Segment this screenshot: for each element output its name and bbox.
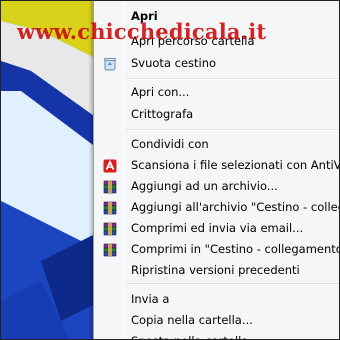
context-menu: Apri Apri percorso cartella Svuota cesti… xyxy=(93,1,340,339)
menu-item-condividi-con[interactable]: Condividi con xyxy=(94,133,339,155)
menu-separator xyxy=(126,129,339,131)
menu-item-label: Comprimi in "Cestino - collegamento.ra xyxy=(131,242,340,256)
menu-item-label: Apri con... xyxy=(131,85,190,99)
menu-item-comprimi-cestino-collegamento[interactable]: Comprimi in "Cestino - collegamento.ra xyxy=(94,238,340,260)
winrar-icon xyxy=(103,179,117,194)
menu-item-label: Svuota cestino xyxy=(131,56,217,70)
desktop-wallpaper xyxy=(1,1,101,339)
menu-item-label: Apri xyxy=(131,9,158,23)
menu-item-aggiungi-archivio[interactable]: Aggiungi ad un archivio... xyxy=(94,175,339,197)
menu-item-label: Aggiungi ad un archivio... xyxy=(131,179,278,193)
menu-item-apri[interactable]: Apri xyxy=(94,5,339,27)
recycle-bin-icon xyxy=(103,56,117,71)
screenshot-frame: www.chicchedicala.it Apri Apri percorso … xyxy=(0,0,340,340)
desktop-background xyxy=(1,1,101,339)
menu-item-copia-nella-cartella[interactable]: Copia nella cartella... xyxy=(94,309,339,331)
antivir-icon xyxy=(103,158,117,173)
menu-item-label: Sposta nella cartella... xyxy=(131,330,259,339)
menu-item-label: Scansiona i file selezionati con AntiVir xyxy=(131,158,340,172)
menu-item-label: Invia a xyxy=(131,292,170,306)
menu-item-label: Condividi con xyxy=(131,137,209,151)
menu-separator xyxy=(126,78,339,80)
menu-item-crittografa[interactable]: Crittografa xyxy=(94,103,339,125)
menu-item-sposta-nella-cartella[interactable]: Sposta nella cartella... xyxy=(94,330,339,339)
winrar-icon xyxy=(103,221,117,236)
menu-item-invia-a[interactable]: Invia a xyxy=(94,288,339,310)
menu-item-label: Comprimi ed invia via email... xyxy=(131,221,304,235)
menu-item-label: Ripristina versioni precedenti xyxy=(131,263,300,277)
menu-item-label: Copia nella cartella... xyxy=(131,313,253,327)
menu-item-apri-con[interactable]: Apri con... xyxy=(94,81,339,103)
menu-item-comprimi-invia-email[interactable]: Comprimi ed invia via email... xyxy=(94,217,339,239)
menu-item-svuota-cestino[interactable]: Svuota cestino xyxy=(94,52,339,74)
menu-item-label: Apri percorso cartella xyxy=(131,34,255,48)
menu-separator xyxy=(126,283,339,285)
menu-item-label: Crittografa xyxy=(131,107,194,121)
menu-item-aggiungi-archivio-cestino[interactable]: Aggiungi all'archivio "Cestino - collega… xyxy=(94,196,339,218)
menu-item-scansiona-antivir[interactable]: Scansiona i file selezionati con AntiVir xyxy=(94,154,340,176)
menu-item-ripristina-versioni[interactable]: Ripristina versioni precedenti xyxy=(94,259,339,281)
menu-item-apri-percorso-cartella[interactable]: Apri percorso cartella xyxy=(94,30,339,52)
winrar-icon xyxy=(103,200,117,215)
menu-item-label: Aggiungi all'archivio "Cestino - collega… xyxy=(131,200,339,214)
winrar-icon xyxy=(103,242,117,257)
